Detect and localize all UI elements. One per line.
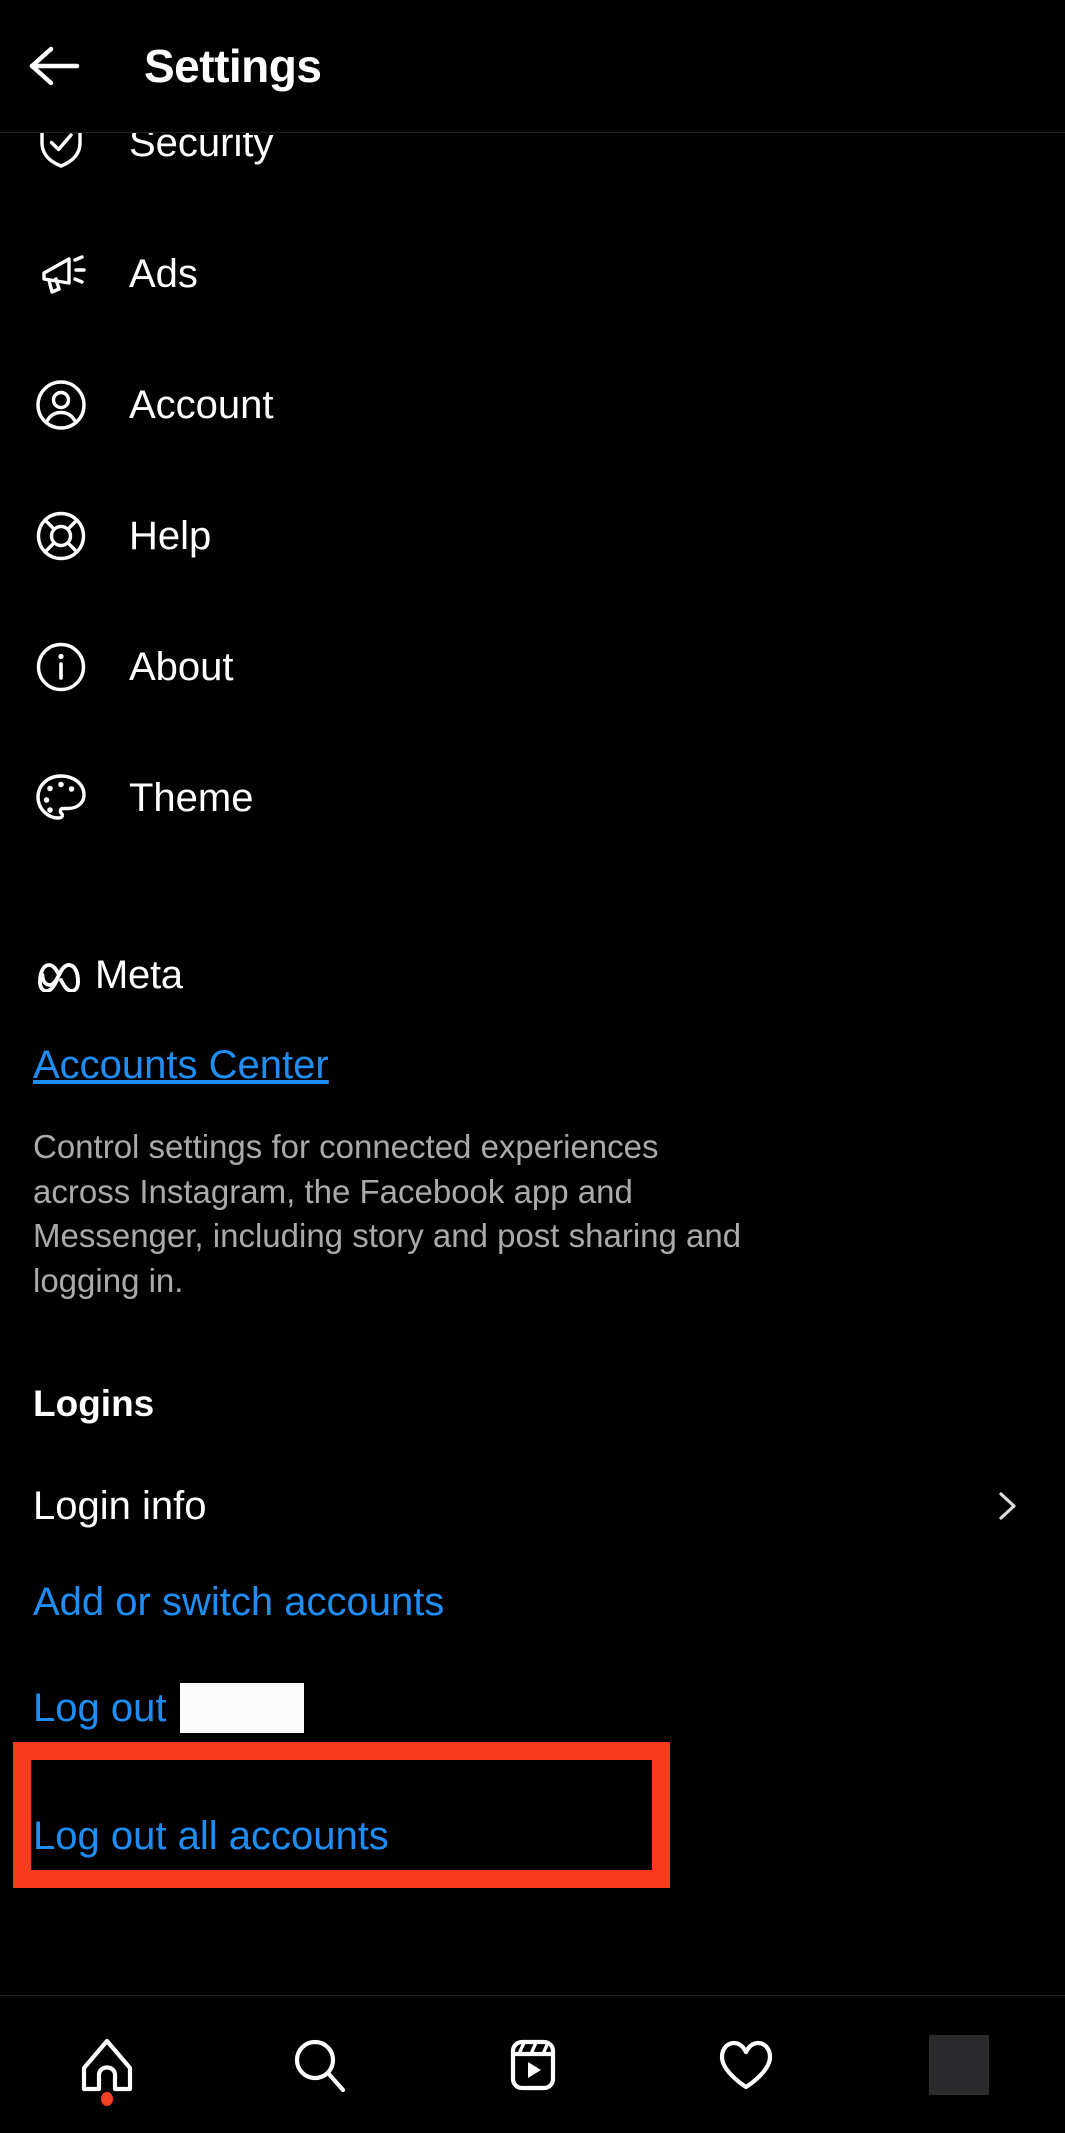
nav-profile[interactable] [852, 1996, 1065, 2133]
home-notification-badge [100, 2091, 113, 2106]
menu-item-label: Security [129, 133, 274, 165]
nav-reels[interactable] [426, 1996, 639, 2133]
menu-item-theme[interactable]: Theme [0, 732, 1065, 863]
log-out-row[interactable]: Log out [33, 1660, 1032, 1756]
meta-brand: Meta [33, 947, 1032, 1003]
search-icon [289, 2034, 351, 2096]
nav-activity[interactable] [639, 1996, 852, 2133]
log-out-all-accounts-row[interactable]: Log out all accounts [33, 1788, 1032, 1884]
info-circle-icon [33, 639, 89, 695]
home-icon [76, 2034, 138, 2096]
menu-item-about[interactable]: About [0, 601, 1065, 732]
meta-infinity-icon [33, 958, 85, 992]
arrow-left-icon [27, 45, 83, 87]
meta-wordmark: Meta [95, 953, 183, 997]
accounts-center-link[interactable]: Accounts Center [33, 1045, 1032, 1085]
menu-item-help[interactable]: Help [0, 470, 1065, 601]
shield-check-icon [33, 133, 89, 171]
settings-scroll-area[interactable]: Security Ads Account Help About Theme Me… [0, 133, 1065, 1995]
reels-icon [502, 2034, 564, 2096]
add-or-switch-accounts-label: Add or switch accounts [33, 1580, 445, 1625]
app-header: Settings [0, 0, 1065, 133]
logins-section: Logins Login info Add or switch accounts… [0, 1385, 1065, 1884]
megaphone-icon [33, 246, 89, 302]
lifebuoy-icon [33, 508, 89, 564]
person-circle-icon [33, 377, 89, 433]
menu-item-label: Ads [129, 251, 198, 296]
instagram-settings-screen: Settings Security Ads Account Help About… [0, 0, 1065, 2133]
meta-section: Meta Accounts Center Control settings fo… [0, 947, 1065, 1303]
menu-item-label: Help [129, 513, 212, 558]
redacted-username-box [180, 1683, 305, 1734]
back-button[interactable] [0, 0, 110, 133]
heart-icon [715, 2034, 777, 2096]
menu-item-security[interactable]: Security [0, 133, 1065, 208]
nav-search[interactable] [213, 1996, 426, 2133]
bottom-navigation-bar [0, 1995, 1065, 2133]
nav-home[interactable] [0, 1996, 213, 2133]
add-or-switch-accounts-row[interactable]: Add or switch accounts [33, 1554, 1032, 1650]
login-info-label: Login info [33, 1484, 207, 1529]
palette-icon [33, 770, 89, 826]
menu-item-label: Theme [129, 775, 254, 820]
menu-item-account[interactable]: Account [0, 339, 1065, 470]
chevron-right-icon [990, 1489, 1024, 1523]
log-out-all-accounts-label: Log out all accounts [33, 1814, 389, 1859]
menu-item-label: Account [129, 382, 274, 427]
meta-description: Control settings for connected experienc… [33, 1128, 742, 1299]
menu-item-ads[interactable]: Ads [0, 208, 1065, 339]
page-title: Settings [144, 40, 322, 92]
menu-item-label: About [129, 644, 234, 689]
log-out-label: Log out [33, 1686, 167, 1731]
logins-heading: Logins [33, 1383, 155, 1425]
login-info-row[interactable]: Login info [33, 1458, 1032, 1554]
avatar-icon [928, 2034, 989, 2095]
